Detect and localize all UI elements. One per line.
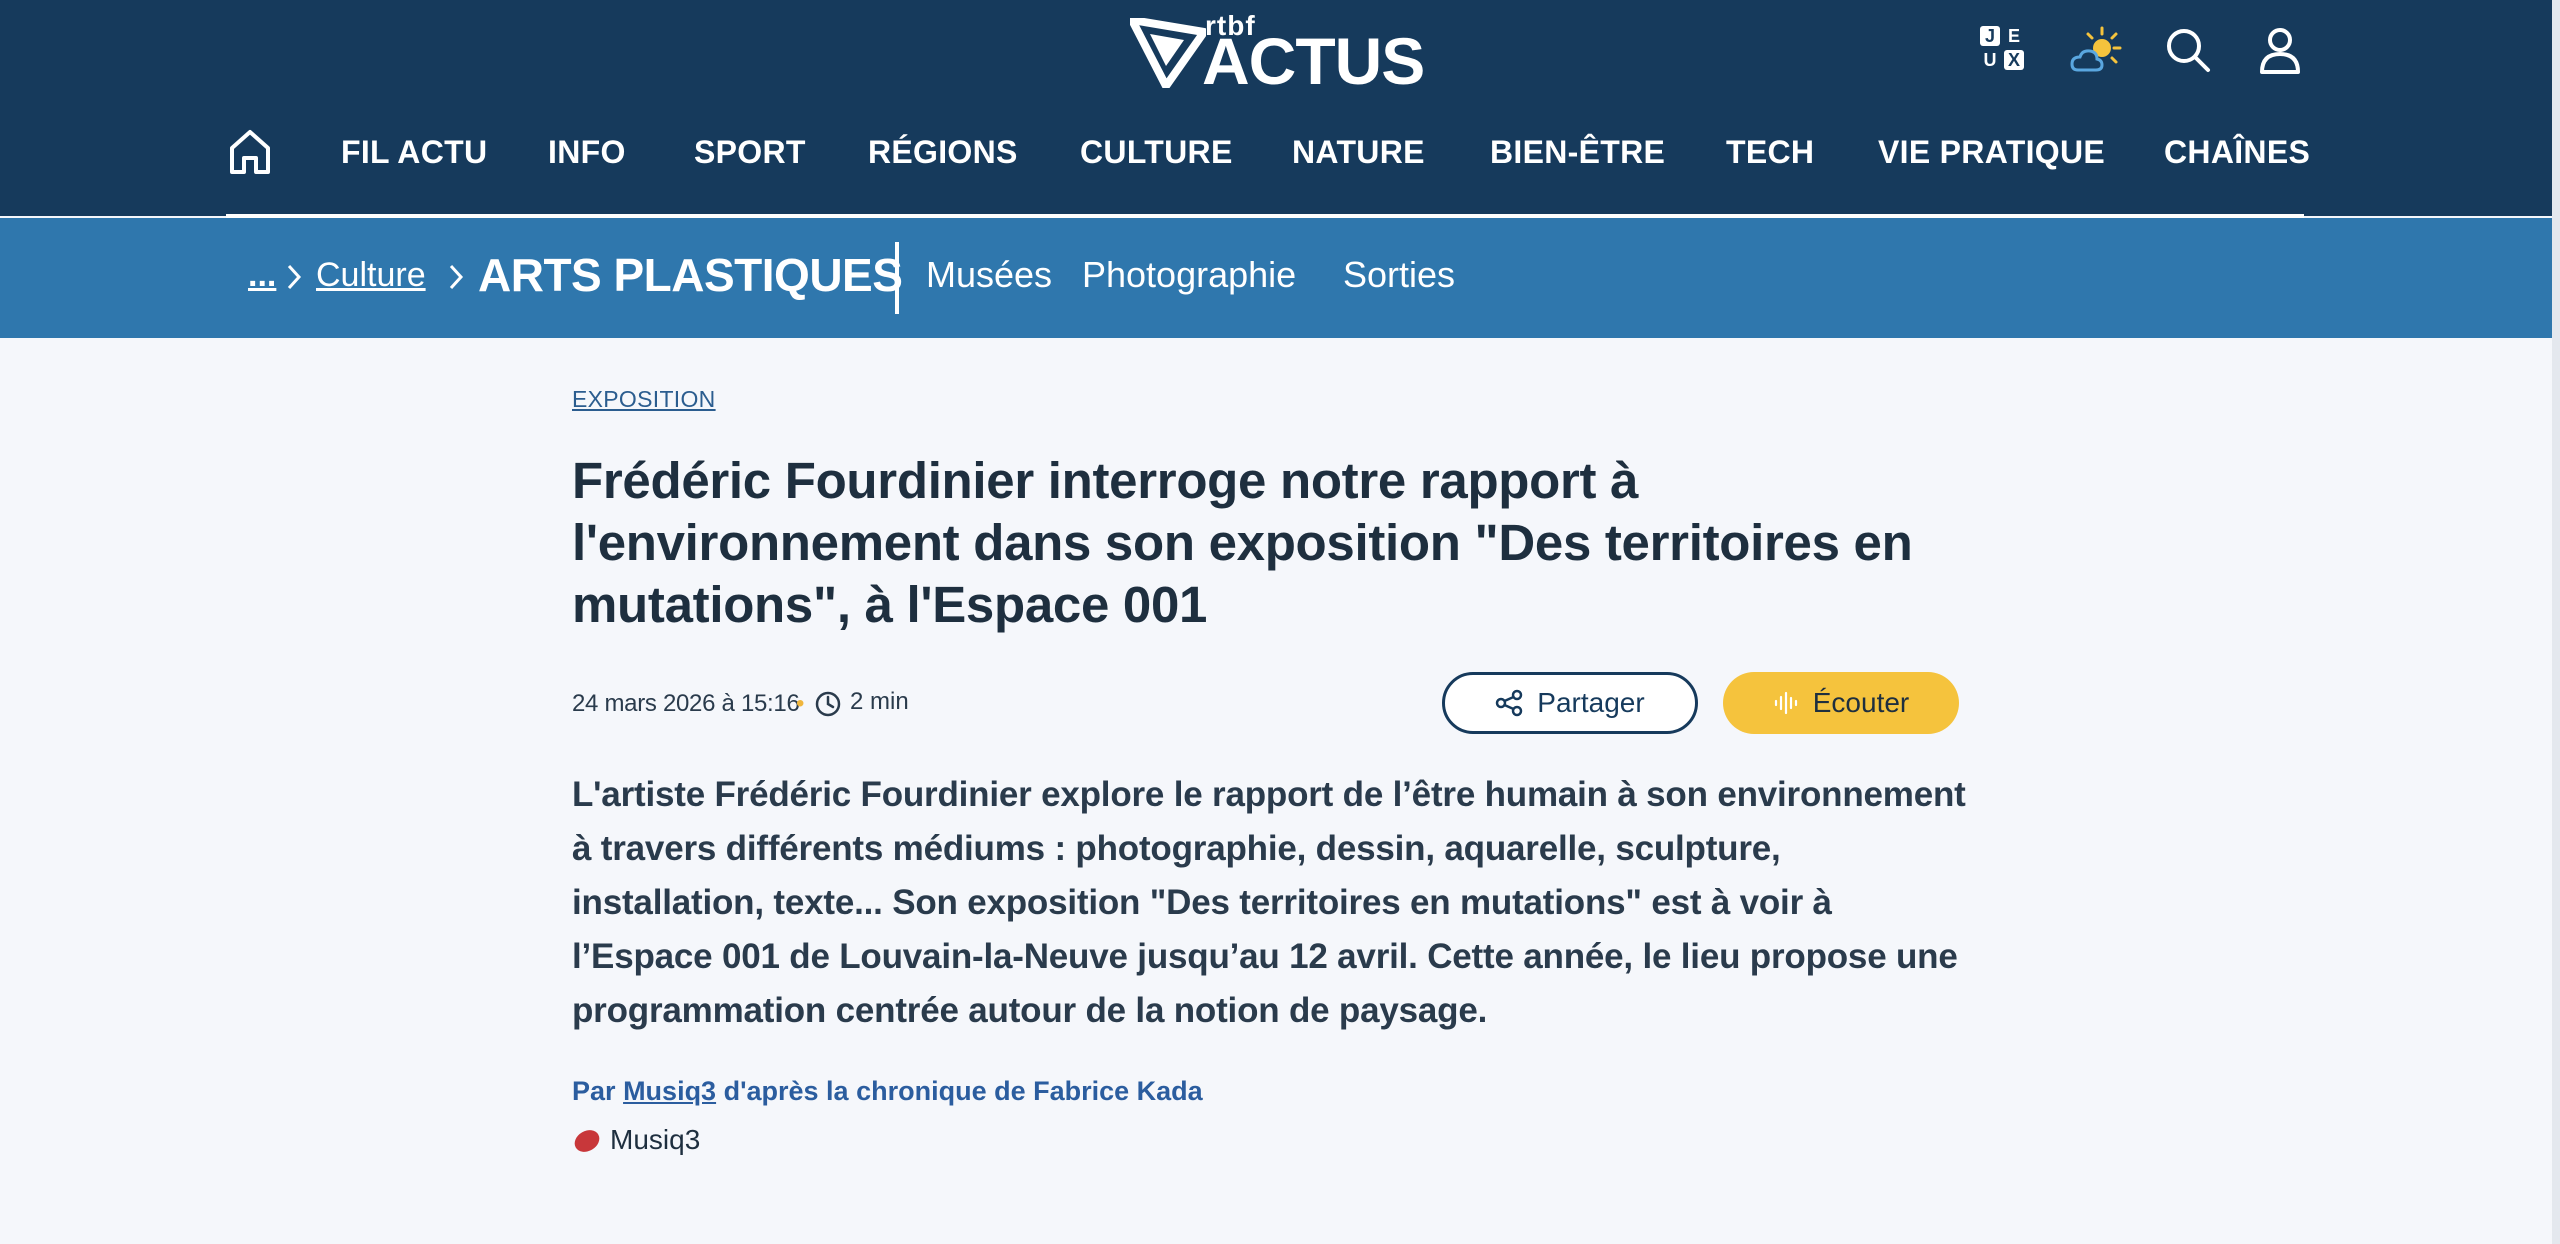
nav-item-bien-etre[interactable]: BIEN-ÊTRE [1490, 134, 1665, 171]
nav-item-culture[interactable]: CULTURE [1080, 134, 1233, 171]
meta-separator: • [796, 690, 805, 717]
article-lead: L'artiste Frédéric Fourdinier explore le… [572, 775, 1966, 1030]
listen-label: Écouter [1812, 687, 1910, 718]
nav-item-nature[interactable]: NATURE [1292, 134, 1425, 171]
article-category[interactable]: EXPOSITION [572, 386, 716, 413]
nav-item-vie-pratique[interactable]: VIE PRATIQUE [1878, 134, 2105, 171]
nav-item-sport[interactable]: SPORT [694, 134, 806, 171]
breadcrumb-culture[interactable]: Culture [316, 256, 426, 295]
share-icon [1496, 689, 1523, 717]
read-time: 2 min [850, 688, 909, 715]
article-byline: Par Musiq3 d'après la chronique de Fabri… [572, 1076, 1203, 1107]
clock-icon [815, 691, 841, 717]
article-title: Frédéric Fourdinier interroge notre rapp… [572, 452, 1913, 633]
breadcrumb-ellipsis[interactable]: ... [248, 256, 276, 295]
home-icon[interactable] [226, 126, 274, 178]
rtbf-actus-logo[interactable]: rtbf ACTUS [1130, 10, 1425, 94]
nav-item-info[interactable]: INFO [548, 134, 626, 171]
audio-wave-icon [1774, 691, 1797, 715]
listen-button[interactable]: Écouter [1723, 672, 1959, 734]
weather-sun-cloud-icon[interactable] [2070, 24, 2122, 76]
user-icon[interactable] [2258, 26, 2302, 74]
breadcrumb-current: ARTS PLASTIQUES [478, 249, 903, 301]
byline-suffix: d'après la chronique de Fabrice Kada [723, 1076, 1203, 1106]
share-button[interactable]: Partager [1442, 672, 1698, 734]
nav-item-regions[interactable]: RÉGIONS [868, 134, 1018, 171]
page-scrollbar[interactable] [2552, 0, 2560, 1244]
subnav-link-sorties[interactable]: Sorties [1343, 254, 1455, 296]
search-icon[interactable] [2164, 26, 2212, 74]
share-label: Partager [1537, 687, 1645, 718]
jeux-letter-u: U [1983, 49, 1997, 70]
jeux-letter-e: E [2007, 25, 2020, 46]
article-date: 24 mars 2026 à 15:16 [572, 690, 800, 717]
main-nav: FIL ACTU INFO SPORT RÉGIONS CULTURE NATU… [226, 126, 2310, 182]
breadcrumb-divider [895, 242, 899, 314]
chevron-right-icon [449, 264, 464, 290]
nav-item-chaines[interactable]: CHAÎNES [2164, 134, 2310, 171]
musiq3-logo-icon [574, 1130, 600, 1152]
nav-item-tech[interactable]: TECH [1726, 134, 1814, 171]
jeux-letter-j: J [1980, 26, 2000, 46]
logo-product: ACTUS [1202, 24, 1425, 98]
author-link[interactable]: Musiq3 [623, 1076, 716, 1106]
jeux-icon[interactable]: J E U X [1978, 24, 2028, 74]
jeux-letter-x: X [2004, 50, 2024, 70]
subnav-link-musees[interactable]: Musées [926, 254, 1052, 296]
nav-item-fil-actu[interactable]: FIL ACTU [341, 134, 487, 171]
byline-prefix: Par [572, 1076, 616, 1106]
chevron-right-icon [287, 264, 302, 290]
subnav-link-photographie[interactable]: Photographie [1082, 254, 1296, 296]
source-name[interactable]: Musiq3 [610, 1124, 700, 1156]
logo-mark-icon [1130, 18, 1206, 88]
